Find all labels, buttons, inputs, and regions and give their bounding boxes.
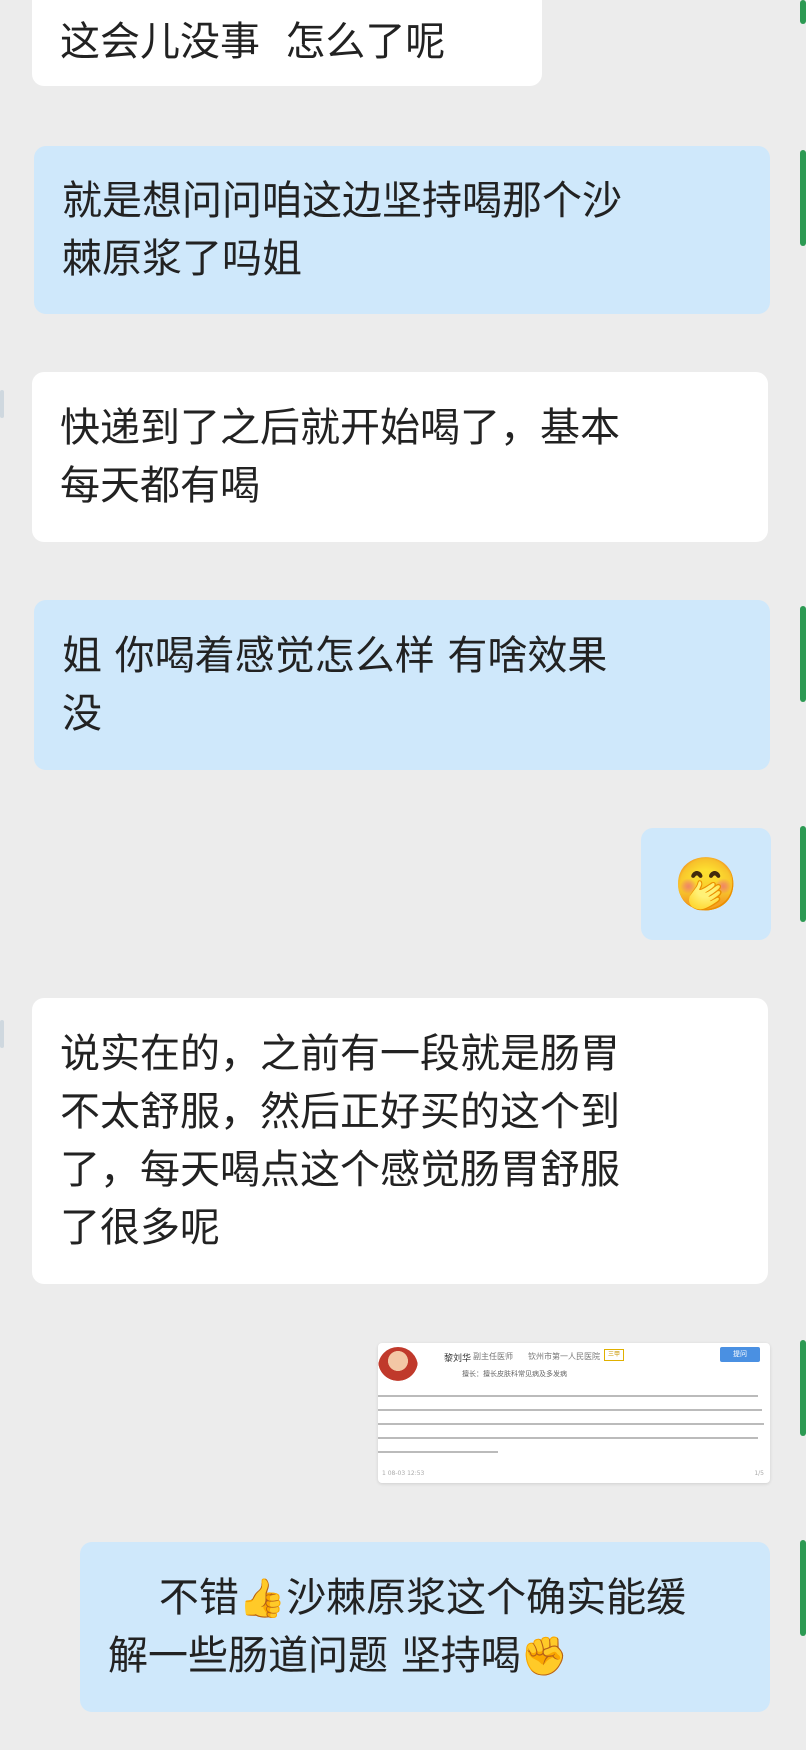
- article-text-line: [378, 1395, 758, 1397]
- hand-over-mouth-emoji-icon: 🤭: [673, 854, 739, 915]
- article-text-line: [378, 1437, 758, 1439]
- message-bubble-incoming[interactable]: 这会儿没事 怎么了呢: [32, 0, 542, 86]
- doctor-avatar: [378, 1347, 418, 1387]
- message-text: 快递到了之后就开始喝了，基本 每天都有喝: [60, 405, 620, 509]
- doctor-hospital: 钦州市第一人民医院: [528, 1352, 600, 1361]
- ask-question-button[interactable]: 提问: [720, 1347, 760, 1362]
- message-bubble-outgoing[interactable]: 🤭: [641, 828, 771, 940]
- edge-indicator: [0, 390, 4, 418]
- message-bubble-outgoing[interactable]: 就是想问问咱这边坚持喝那个沙 棘原浆了吗姐: [34, 146, 770, 314]
- doctor-title: 副主任医师: [473, 1352, 513, 1361]
- article-text-line: [378, 1423, 764, 1425]
- edge-indicator: [800, 1540, 806, 1636]
- edge-indicator: [800, 606, 806, 702]
- message-bubble-incoming[interactable]: 说实在的，之前有一段就是肠胃 不太舒服，然后正好买的这个到 了，每天喝点这个感觉…: [32, 998, 768, 1284]
- article-text-line: [378, 1409, 762, 1411]
- message-bubble-outgoing[interactable]: 不错👍沙棘原浆这个确实能缓 解一些肠道问题 坚持喝✊: [80, 1542, 770, 1712]
- message-bubble-incoming[interactable]: 快递到了之后就开始喝了，基本 每天都有喝: [32, 372, 768, 542]
- image-message-doctor-card[interactable]: 黎刘华 副主任医师 钦州市第一人民医院 三甲 提问 擅长：擅长皮肤科常见病及多发…: [378, 1343, 770, 1483]
- doctor-name: 黎刘华: [444, 1354, 472, 1364]
- message-text: 就是想问问咱这边坚持喝那个沙 棘原浆了吗姐: [62, 178, 622, 282]
- message-text-part: 不错: [158, 1575, 239, 1621]
- post-timestamp: 1 08-03 12:53: [382, 1470, 425, 1477]
- edge-indicator: [800, 1340, 806, 1436]
- doctor-specialty: 擅长：擅长皮肤科常见病及多发病: [462, 1370, 567, 1378]
- message-text: 这会儿没事 怎么了呢: [60, 19, 446, 65]
- edge-indicator: [800, 826, 806, 922]
- edge-indicator: [800, 150, 806, 246]
- raised-fist-emoji-icon: ✊: [520, 1634, 569, 1678]
- message-text: 不错👍沙棘原浆这个确实能缓 解一些肠道问题 坚持喝✊: [108, 1511, 686, 1743]
- message-bubble-outgoing[interactable]: 姐 你喝着感觉怎么样 有啥效果 没: [34, 600, 770, 770]
- page-indicator: 1/5: [754, 1470, 764, 1477]
- edge-indicator: [0, 1020, 4, 1048]
- hospital-level-badge: 三甲: [604, 1349, 624, 1361]
- thumbs-up-emoji-icon: 👍: [238, 1576, 287, 1620]
- edge-indicator: [800, 0, 806, 24]
- article-text-line: [378, 1451, 498, 1453]
- message-text: 说实在的，之前有一段就是肠胃 不太舒服，然后正好买的这个到 了，每天喝点这个感觉…: [60, 1031, 620, 1251]
- message-text: 姐 你喝着感觉怎么样 有啥效果 没: [62, 633, 608, 737]
